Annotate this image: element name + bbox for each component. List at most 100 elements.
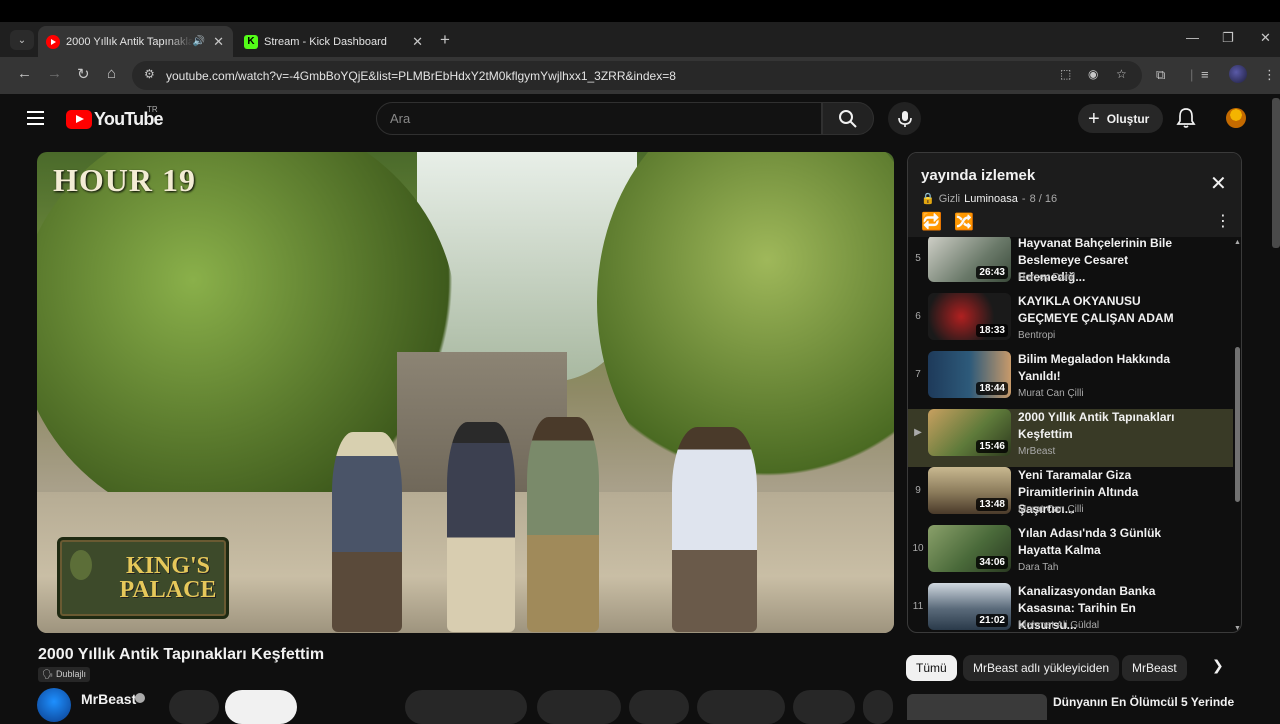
tab-kick[interactable]: K Stream - Kick Dashboard ✕ [236,26,432,57]
playlist-item-index: 10 [912,543,924,554]
duration-badge: 34:06 [976,556,1008,569]
close-tab-icon[interactable]: ✕ [412,34,423,50]
playlist-item[interactable]: 11 21:02 Kanalizasyondan Banka Kasasına:… [908,583,1233,632]
tab-youtube[interactable]: 2000 Yıllık Antik Tapınakları Keşfettim … [38,26,233,57]
restore-icon[interactable]: ❐ [1222,30,1234,46]
video-title: 2000 Yıllık Antik Tapınakları Keşfettim [38,646,325,663]
playlist-item[interactable]: 9 13:48 Yeni Taramalar Giza Piramitlerin… [908,467,1233,525]
scroll-up-icon[interactable]: ▲ [1234,239,1241,246]
close-playlist-icon[interactable]: ✕ [1210,171,1227,196]
chip-channel[interactable]: MrBeast [1122,655,1187,681]
eye-off-icon[interactable]: ◉ [1088,67,1098,81]
playlist-scrollbar[interactable]: ▲ ▼ [1234,237,1241,632]
bookmark-star-icon[interactable]: ☆ [1116,67,1127,81]
site-info-icon[interactable]: ⚙ [144,67,155,81]
like-dislike-button[interactable] [405,690,527,724]
playlist-privacy: Gizli [938,192,961,205]
search-box [376,102,822,135]
duration-badge: 13:48 [976,498,1008,511]
create-button[interactable]: + Oluştur [1078,104,1163,133]
install-icon[interactable]: ⬚ [1060,67,1071,81]
playlist-item-title[interactable]: KAYIKLA OKYANUSU GEÇMEYE ÇALIŞAN ADAM [1018,293,1193,327]
video-player[interactable]: HOUR 19 KING'S PALACE [37,152,894,633]
playlist-item-thumbnail[interactable]: 34:06 [928,525,1011,572]
chip-all[interactable]: Tümü [906,655,957,681]
create-label: Oluştur [1106,111,1150,126]
voice-search-button[interactable] [888,102,921,135]
speaker-icon[interactable]: 🔊 [193,36,205,47]
back-icon[interactable]: ← [17,65,32,82]
playlist-item-thumbnail[interactable]: 18:44 [928,351,1011,398]
loop-icon[interactable]: 🔁 [921,212,942,232]
playlist-more-icon[interactable]: ⋮ [1215,211,1231,231]
recommendation-title[interactable]: Dünyanın En Ölümcül 5 Yerinde [1053,695,1234,709]
page-scrollbar-thumb[interactable] [1272,98,1280,248]
verified-icon [135,693,145,703]
recommendation-item[interactable]: Dünyanın En Ölümcül 5 Yerinde [907,694,1237,720]
playlist-item-title[interactable]: Yılan Adası'nda 3 Günlük Hayatta Kalma [1018,525,1193,559]
close-tab-icon[interactable]: ✕ [213,34,224,50]
browser-profile-avatar[interactable] [1229,65,1247,83]
notifications-bell-icon[interactable] [1176,107,1196,129]
playlist-owner[interactable]: Luminoasa [964,193,1018,205]
download-button[interactable] [793,690,855,724]
address-bar[interactable]: ⚙ youtube.com/watch?v=-4GmbBoYQjE&list=P… [132,61,1142,90]
microphone-icon [897,110,912,127]
playlist-item-thumbnail[interactable]: 26:43 [928,237,1011,282]
forward-icon[interactable]: → [47,65,62,82]
playlist-item[interactable]: 10 34:06 Yılan Adası'nda 3 Günlük Hayatt… [908,525,1233,583]
subscribe-button[interactable] [225,690,297,724]
join-button[interactable] [169,690,219,724]
tab-title: 2000 Yıllık Antik Tapınakları Keşfettim [66,35,193,48]
screen-top-bar [0,0,1280,22]
channel-avatar[interactable] [37,688,71,722]
window-close-icon[interactable]: ✕ [1260,30,1271,46]
video-person [332,432,402,632]
playlist-item-current[interactable]: ▶ 15:46 2000 Yıllık Antik Tapınakları Ke… [908,409,1233,467]
extensions-icon[interactable]: ⧉ [1156,67,1165,83]
search-button[interactable] [822,102,874,135]
playlist-item-title[interactable]: 2000 Yıllık Antik Tapınakları Keşfettim [1018,409,1193,443]
tab-title: Stream - Kick Dashboard [264,35,387,48]
home-icon[interactable]: ⌂ [107,65,116,82]
account-avatar[interactable] [1226,108,1246,128]
hamburger-menu-icon[interactable] [27,111,44,125]
channel-name[interactable]: MrBeast [81,691,136,707]
playlist-item-thumbnail[interactable]: 15:46 [928,409,1011,456]
url-text[interactable]: youtube.com/watch?v=-4GmbBoYQjE&list=PLM… [166,69,676,83]
playlist-items: 5 26:43 Hayvanat Bahçelerinin Bile Besle… [908,237,1233,632]
chevron-right-icon[interactable]: ❯ [1212,657,1224,674]
dubbed-badge: 🗣 Dublajlı [38,667,90,682]
menu-kebab-icon[interactable]: ⋮ [1263,67,1276,83]
tab-search-chevron-icon[interactable]: ⌄ [10,30,34,50]
save-button[interactable] [697,690,785,724]
playlist-meta: 🔒 Gizli Luminoasa - 8 / 16 [921,192,1058,206]
search-input[interactable] [377,103,821,134]
kick-favicon-icon: K [244,34,258,49]
clip-button[interactable] [629,690,689,724]
scroll-down-icon[interactable]: ▼ [1234,625,1241,632]
playlist-item[interactable]: 7 18:44 Bilim Megaladon Hakkında Yanıldı… [908,351,1233,409]
playlist-item-title[interactable]: Bilim Megaladon Hakkında Yanıldı! [1018,351,1193,385]
playlist-item[interactable]: 6 18:33 KAYIKLA OKYANUSU GEÇMEYE ÇALIŞAN… [908,293,1233,351]
playlist-item-channel: MrBeast [1018,446,1056,457]
minimize-icon[interactable]: — [1186,30,1199,45]
playlist-position: 8 / 16 [1029,192,1058,205]
playlist-title[interactable]: yayında izlemek [921,167,1035,184]
playlist-item-thumbnail[interactable]: 13:48 [928,467,1011,514]
playlist-item-thumbnail[interactable]: 18:33 [928,293,1011,340]
reload-icon[interactable]: ↻ [77,65,90,83]
shuffle-icon[interactable]: 🔀 [954,212,974,232]
browser-toolbar: ← → ↻ ⌂ ⚙ youtube.com/watch?v=-4GmbBoYQj… [0,57,1280,94]
more-actions-button[interactable] [863,690,893,724]
chip-from-uploader[interactable]: MrBeast adlı yükleyiciden [963,655,1120,681]
share-button[interactable] [537,690,621,724]
scrollbar-thumb[interactable] [1235,347,1240,502]
playlist-item[interactable]: 5 26:43 Hayvanat Bahçelerinin Bile Besle… [908,237,1233,293]
recommendation-thumbnail[interactable] [907,694,1047,720]
youtube-favicon-icon [46,34,60,49]
duration-badge: 26:43 [976,266,1008,279]
new-tab-icon[interactable]: + [440,30,450,50]
playlist-item-thumbnail[interactable]: 21:02 [928,583,1011,630]
media-control-icon[interactable]: ≡ [1201,67,1209,82]
